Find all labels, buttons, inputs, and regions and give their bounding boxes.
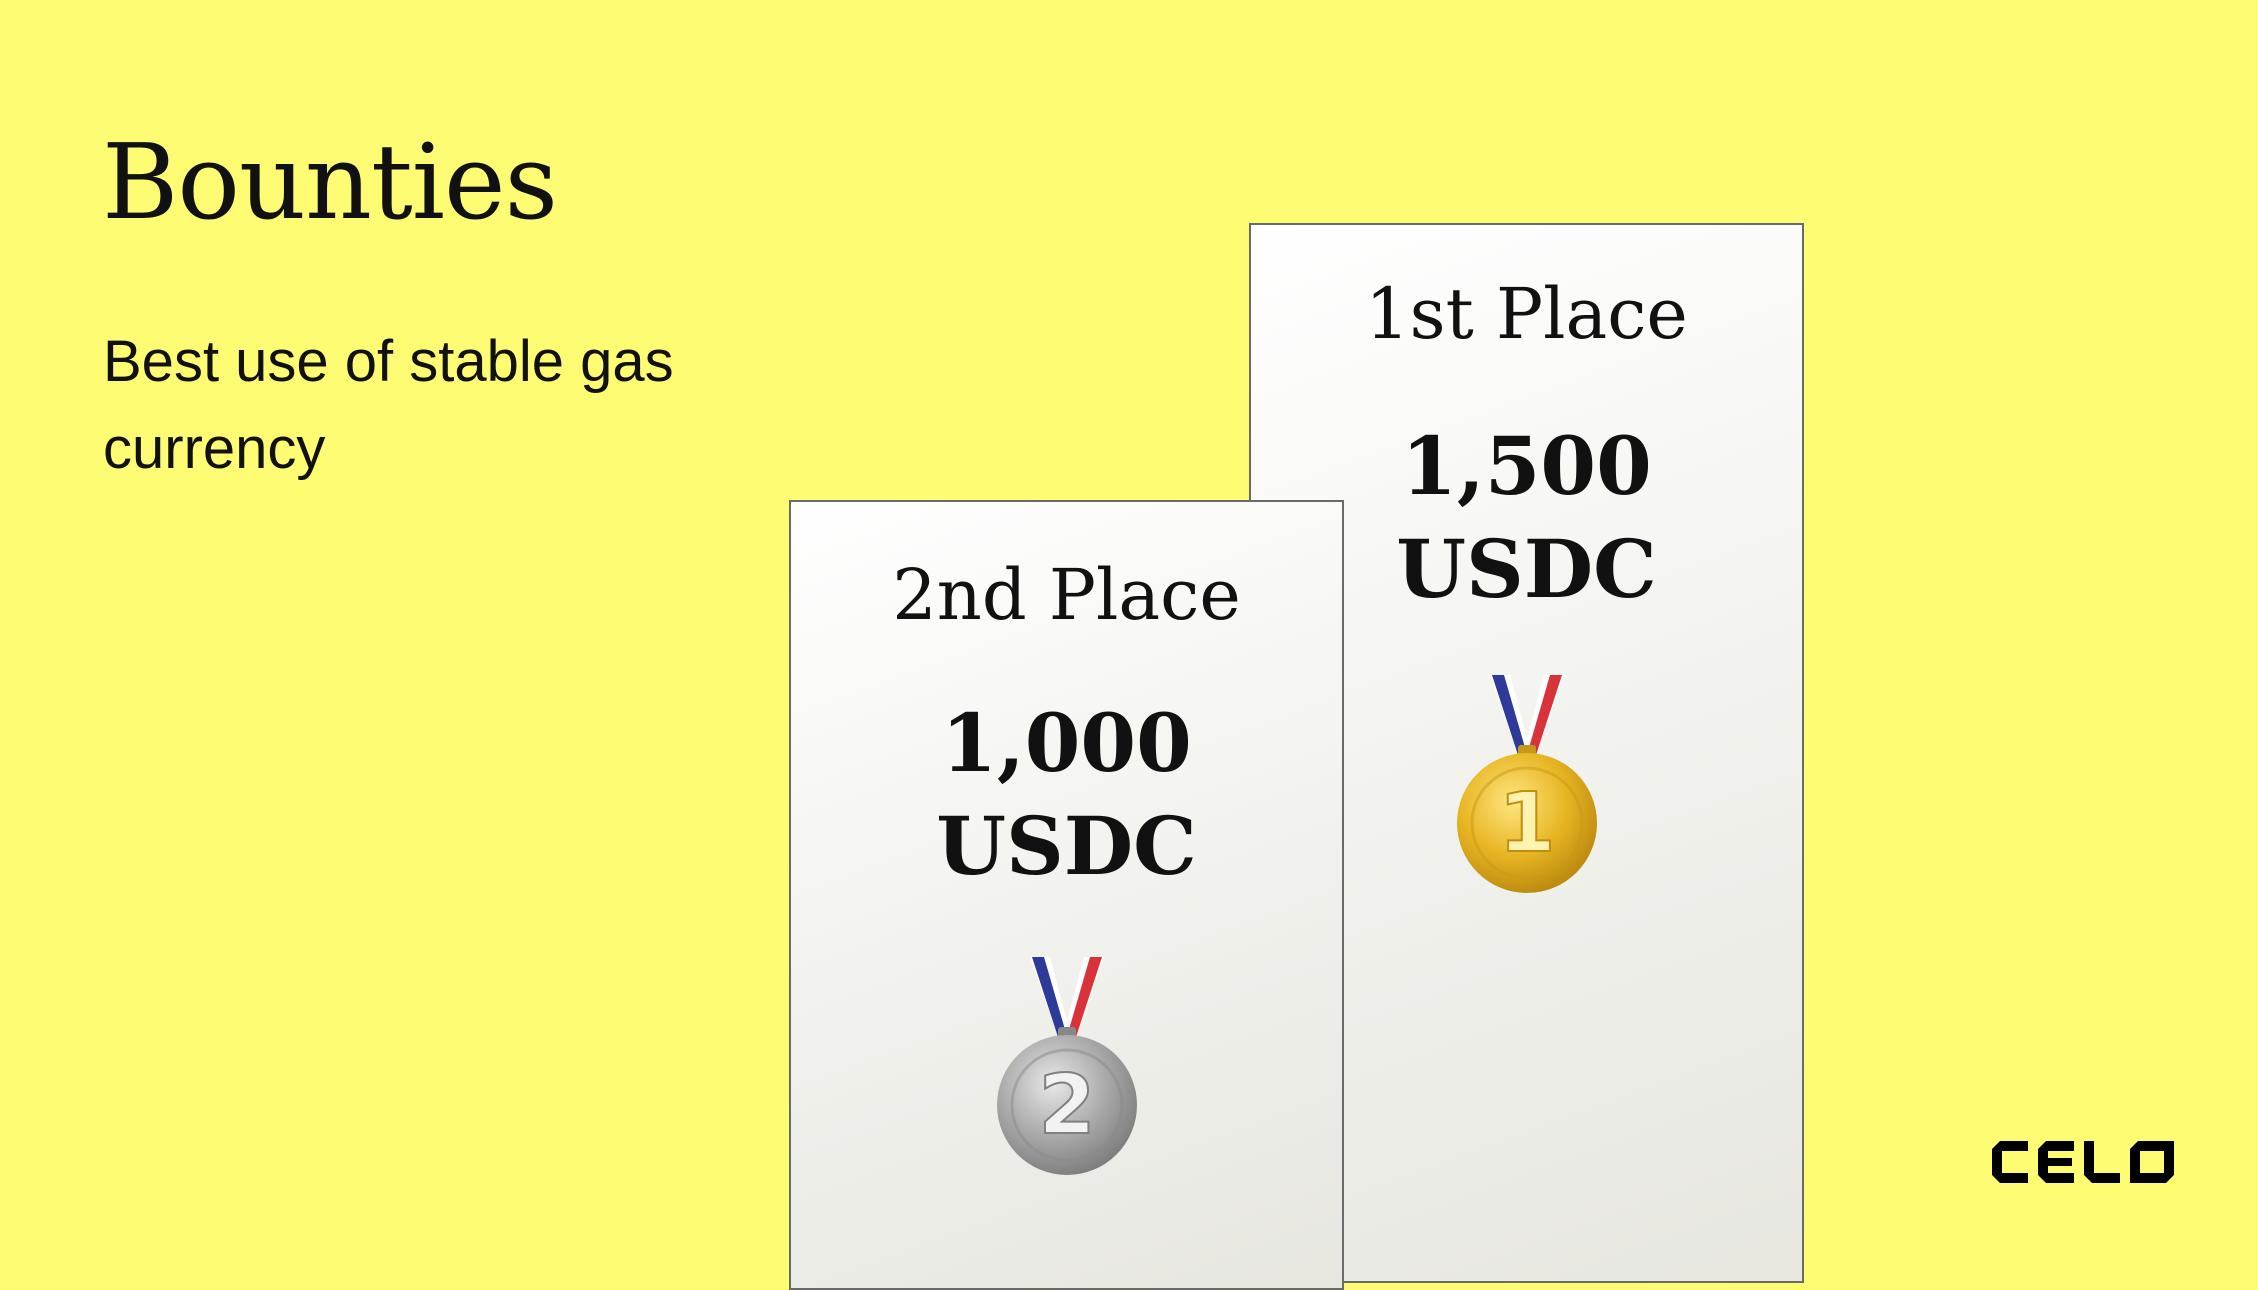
slide-subtitle: Best use of stable gas currency: [103, 329, 674, 481]
second-place-label: 2nd Place: [892, 554, 1241, 636]
slide-title: Bounties: [102, 121, 558, 243]
silver-medal-number: 2: [1038, 1058, 1095, 1153]
gold-medal-icon: 1: [1456, 675, 1597, 893]
second-place-prize: 1,000 USDC: [791, 692, 1342, 898]
celo-logo-icon: [1992, 1141, 2174, 1183]
first-place-label: 1st Place: [1365, 273, 1688, 355]
gold-medal-number: 1: [1498, 776, 1555, 871]
second-place-amount: 1,000: [941, 696, 1192, 790]
second-place-currency: USDC: [936, 799, 1197, 893]
silver-medal-icon: 2: [996, 957, 1137, 1175]
second-place-card: 2nd Place 1,000 USDC 2: [789, 500, 1344, 1290]
